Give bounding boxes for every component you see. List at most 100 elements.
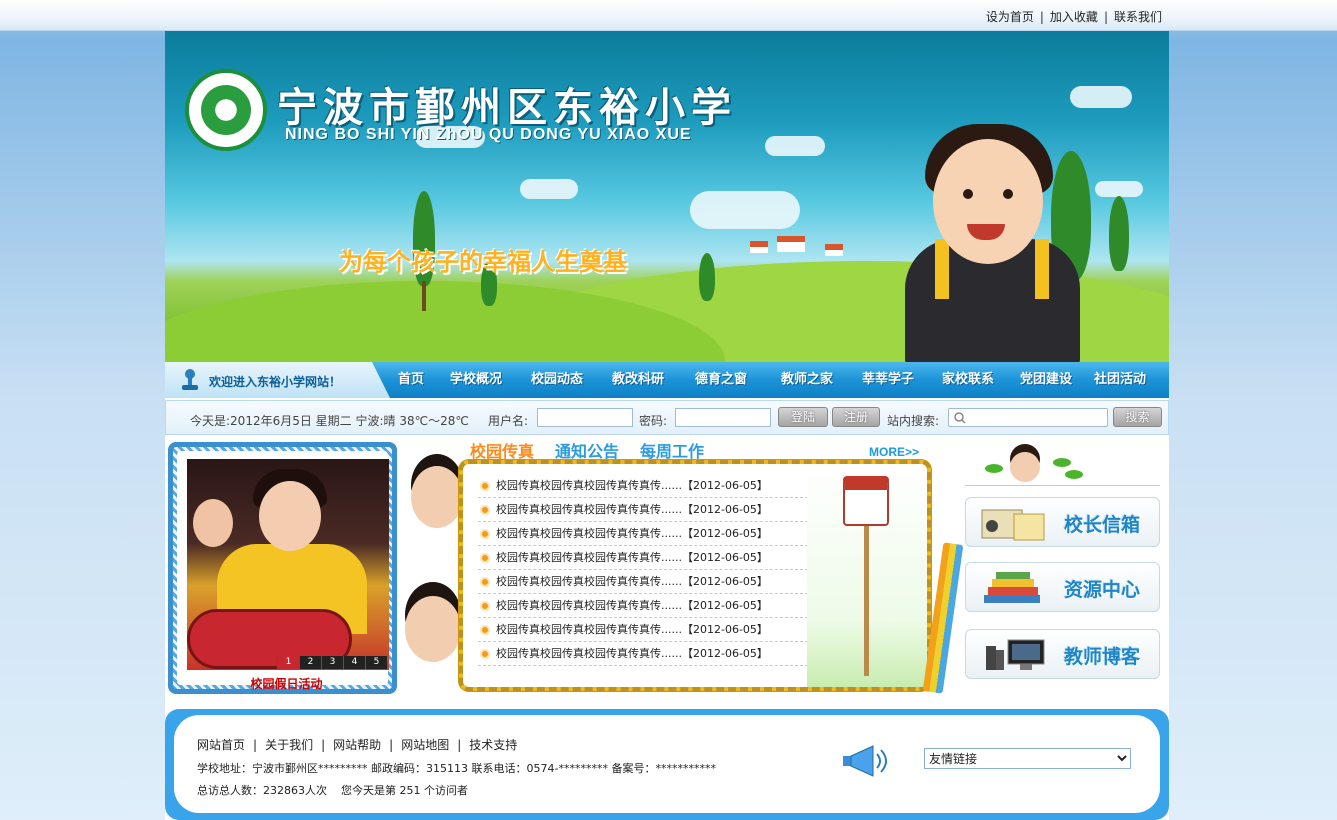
principal-mailbox-label: 校长信箱: [1064, 514, 1141, 536]
bullet-icon: [480, 577, 490, 587]
tree: [1109, 196, 1129, 271]
nav-item-teaching-research[interactable]: 教改科研: [612, 362, 695, 398]
megaphone-icon: [843, 745, 887, 777]
contact-us-link[interactable]: 联系我们: [1114, 10, 1162, 24]
nav-item-students[interactable]: 莘莘学子: [862, 362, 942, 398]
tab-notices[interactable]: 通知公告: [555, 438, 619, 461]
house: [750, 241, 768, 253]
set-homepage-link[interactable]: 设为首页: [986, 10, 1034, 24]
news-tabs: 校园传真 通知公告 每周工作: [470, 438, 725, 461]
slideshow-image[interactable]: 1 2 3 4 5: [187, 459, 389, 670]
tree: [699, 253, 715, 301]
bullet-icon: [480, 505, 490, 515]
tab-weekly-work[interactable]: 每周工作: [640, 438, 704, 461]
nav-item-moral-education[interactable]: 德育之窗: [695, 362, 781, 398]
footer-links: 网站首页 | 关于我们 | 网站帮助 | 网站地图 | 技术支持: [197, 738, 518, 752]
stamp-icon: [182, 369, 198, 390]
school-slogan: 为每个孩子的幸福人生奠基: [339, 247, 627, 276]
cloud: [1095, 181, 1143, 197]
tab-campus-fax[interactable]: 校园传真: [470, 438, 534, 461]
bullet-icon: [480, 553, 490, 563]
list-item[interactable]: 校园传真校园传真校园传真传真传......【2012-06-05】: [478, 594, 808, 618]
footer-link-help[interactable]: 网站帮助: [333, 738, 381, 752]
cloud: [765, 136, 825, 156]
list-item[interactable]: 校园传真校园传真校园传真传真传......【2012-06-05】: [478, 570, 808, 594]
username-input[interactable]: [537, 408, 633, 427]
footer-link-sitemap[interactable]: 网站地图: [401, 738, 449, 752]
date-weather-text: 今天是:2012年6月5日 星期二 宁波:晴 38℃～28℃: [190, 414, 469, 428]
cloud: [690, 191, 800, 229]
welcome-text: 欢迎进入东裕小学网站！: [209, 375, 342, 389]
nav-item-campus-news[interactable]: 校园动态: [531, 362, 612, 398]
school-logo[interactable]: [185, 69, 267, 151]
nav-item-home-school[interactable]: 家校联系: [942, 362, 1020, 398]
nav-item-teachers-home[interactable]: 教师之家: [781, 362, 862, 398]
nav-item-home[interactable]: 首页: [398, 362, 450, 398]
search-button-label: 搜索: [1125, 410, 1150, 424]
house: [777, 236, 805, 252]
news-list: 校园传真校园传真校园传真传真传......【2012-06-05】 校园传真校园…: [478, 474, 808, 666]
footer-visit-counter: 总访总人数：232863人次 您今天是第 251 个访问者: [197, 784, 468, 797]
friend-links-select[interactable]: 友情链接: [924, 748, 1131, 769]
bullet-icon: [480, 625, 490, 635]
teacher-blog-label: 教师博客: [1064, 646, 1141, 668]
bullet-icon: [480, 529, 490, 539]
nav-item-party-league[interactable]: 党团建设: [1020, 362, 1094, 398]
welcome-strip: 欢迎进入东裕小学网站！: [165, 362, 390, 398]
nav-item-school-overview[interactable]: 学校概况: [450, 362, 531, 398]
site-search-label: 站内搜索:: [887, 414, 940, 428]
username-label: 用户名:: [488, 414, 529, 428]
footer-link-home[interactable]: 网站首页: [197, 738, 245, 752]
slide-page-5[interactable]: 5: [365, 656, 387, 669]
page-wrapper: 宁波市鄞州区东裕小学 NING BO SHI YIN ZhOU QU DONG …: [165, 31, 1169, 820]
search-button[interactable]: 搜索: [1113, 407, 1162, 427]
footer: 网站首页 | 关于我们 | 网站帮助 | 网站地图 | 技术支持 学校地址：宁波市鄞州区****…: [165, 709, 1169, 820]
top-links: 设为首页 | 加入收藏 | 联系我们: [985, 10, 1162, 24]
list-item[interactable]: 校园传真校园传真校园传真传真传......【2012-06-05】: [478, 498, 808, 522]
more-link[interactable]: MORE>>: [869, 445, 919, 459]
list-item[interactable]: 校园传真校园传真校园传真传真传......【2012-06-05】: [478, 522, 808, 546]
slide-page-4[interactable]: 4: [343, 656, 365, 669]
banner-girl-photo: [905, 119, 1085, 362]
header-banner: 宁波市鄞州区东裕小学 NING BO SHI YIN ZhOU QU DONG …: [165, 31, 1169, 362]
nav-item-clubs[interactable]: 社团活动: [1094, 362, 1160, 398]
birdhouse-illustration: [807, 464, 927, 687]
bullet-icon: [480, 481, 490, 491]
bullet-icon: [480, 601, 490, 611]
slide-page-2[interactable]: 2: [299, 656, 321, 669]
slideshow-pager: 1 2 3 4 5: [277, 656, 387, 669]
footer-address: 学校地址：宁波市鄞州区********* 邮政编码：315113 联系电话：05…: [197, 762, 716, 775]
teacher-blog-button[interactable]: 教师博客: [965, 629, 1160, 679]
cloud: [1070, 86, 1132, 108]
slide-page-3[interactable]: 3: [321, 656, 343, 669]
tree-trunk: [422, 281, 426, 311]
top-bar: 设为首页 | 加入收藏 | 联系我们: [0, 0, 1337, 31]
slide-page-1[interactable]: 1: [277, 656, 299, 669]
login-button[interactable]: 登陆: [778, 407, 828, 427]
resource-center-button[interactable]: 资源中心: [965, 562, 1160, 612]
list-item[interactable]: 校园传真校园传真校园传真传真传......【2012-06-05】: [478, 642, 808, 666]
list-item[interactable]: 校园传真校园传真校园传真传真传......【2012-06-05】: [478, 546, 808, 570]
nav-items: 首页 学校概况 校园动态 教改科研 德育之窗 教师之家 莘莘学子 家校联系 党团…: [398, 362, 1160, 398]
reading-kid-illustration: [965, 444, 1160, 486]
add-favorite-link[interactable]: 加入收藏: [1050, 10, 1098, 24]
footer-link-about[interactable]: 关于我们: [265, 738, 313, 752]
search-input[interactable]: [948, 408, 1108, 427]
kids-photo: [397, 461, 467, 701]
password-input[interactable]: [675, 408, 771, 427]
cloud: [520, 179, 578, 199]
photo-slideshow: 1 2 3 4 5 校园假日活动: [168, 442, 397, 694]
letter-book-icon: [981, 509, 1045, 541]
bullet-icon: [480, 649, 490, 659]
resource-center-label: 资源中心: [1064, 579, 1141, 601]
info-login-bar: 今天是:2012年6月5日 星期二 宁波:晴 38℃～28℃ 用户名: 密码: …: [165, 400, 1169, 435]
news-panel: 校园传真校园传真校园传真传真传......【2012-06-05】 校园传真校园…: [459, 460, 931, 691]
register-button[interactable]: 注册: [832, 407, 880, 427]
search-icon: [954, 412, 966, 424]
school-title-pinyin: NING BO SHI YIN ZhOU QU DONG YU XIAO XUE: [285, 126, 692, 143]
footer-link-support[interactable]: 技术支持: [469, 738, 517, 752]
slideshow-caption[interactable]: 校园假日活动: [177, 675, 396, 692]
list-item[interactable]: 校园传真校园传真校园传真传真传......【2012-06-05】: [478, 474, 808, 498]
principal-mailbox-button[interactable]: 校长信箱: [965, 497, 1160, 547]
list-item[interactable]: 校园传真校园传真校园传真传真传......【2012-06-05】: [478, 618, 808, 642]
